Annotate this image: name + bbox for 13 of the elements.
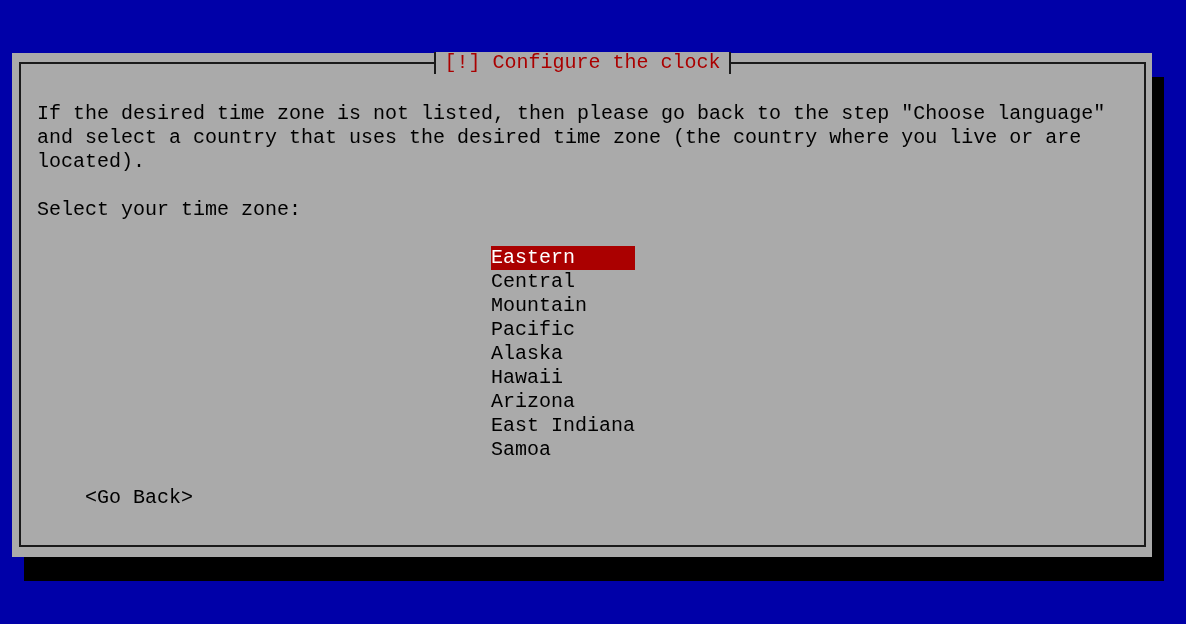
prompt-text: Select your time zone:	[37, 198, 303, 222]
time-zone-option[interactable]: Pacific	[491, 318, 635, 342]
dialog-title: [!] Configure the clock	[434, 52, 731, 74]
time-zone-option[interactable]: Eastern	[491, 246, 635, 270]
time-zone-option[interactable]: East Indiana	[491, 414, 636, 438]
time-zone-option[interactable]: Arizona	[491, 390, 635, 414]
time-zone-option[interactable]: Samoa	[491, 438, 635, 462]
time-zone-option[interactable]: Hawaii	[491, 366, 635, 390]
message-text: If the desired time zone is not listed, then please go back to the step "Choose language" and select a country that uses the desired time zone (the country where you live or are located).	[37, 102, 1107, 174]
time-zone-option[interactable]: Central	[491, 270, 635, 294]
go-back-button[interactable]: <Go Back>	[85, 486, 194, 510]
time-zone-option[interactable]: Mountain	[491, 294, 635, 318]
time-zone-option[interactable]: Alaska	[491, 342, 635, 366]
